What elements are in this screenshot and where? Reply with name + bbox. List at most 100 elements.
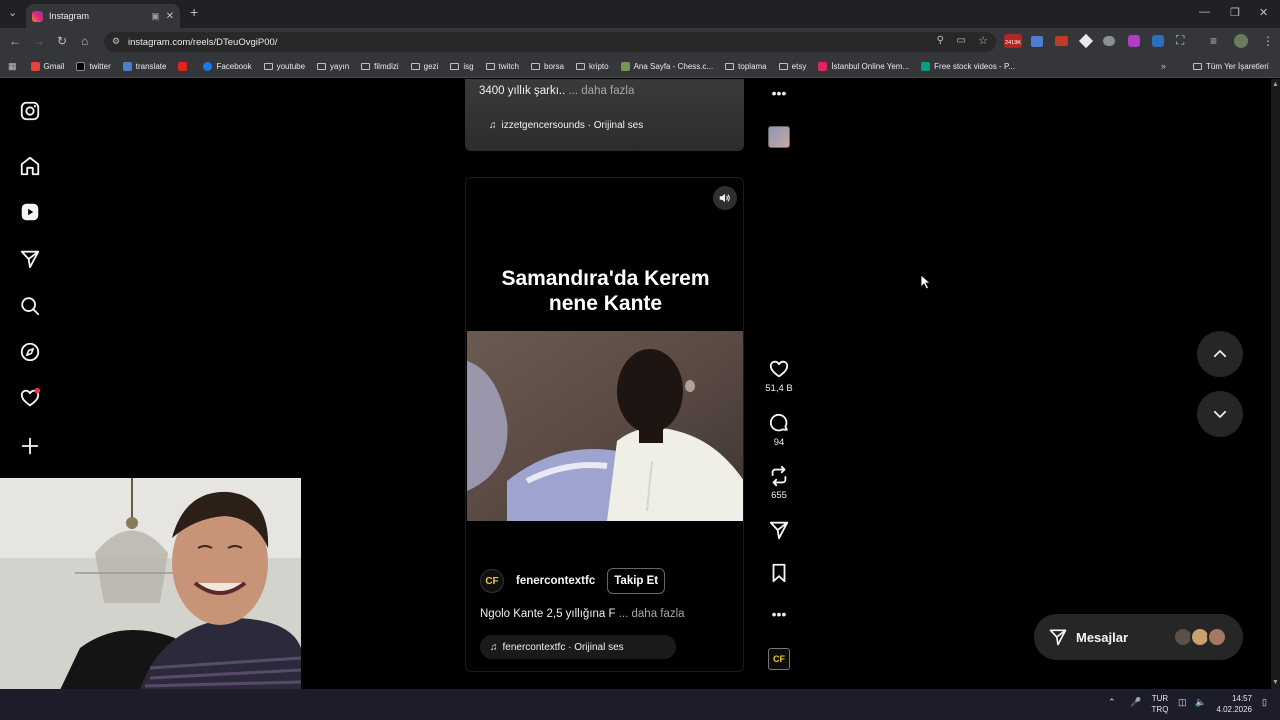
mute-toggle-button[interactable]: [713, 186, 737, 210]
address-bar[interactable]: ⚙ instagram.com/reels/DTeuOvgiP00/ ⚲ ▭ ☆: [104, 32, 996, 52]
reel-card[interactable]: Samandıra'da Kerem nene Kante CF fenerco…: [465, 177, 744, 672]
previous-reel-audio-thumb[interactable]: [768, 126, 790, 148]
bookmark-folder-toplama[interactable]: toplama: [725, 62, 767, 71]
notifications-heart-icon[interactable]: [19, 387, 41, 409]
scroll-up-arrow-icon[interactable]: ▲: [1272, 81, 1279, 88]
direct-messages-icon[interactable]: [19, 248, 41, 270]
bookmark-facebook[interactable]: Facebook: [203, 62, 252, 71]
more-link[interactable]: ... daha fazla: [565, 85, 634, 97]
bookmark-folder-kripto[interactable]: kripto: [576, 62, 609, 71]
previous-reel-button[interactable]: [1197, 331, 1243, 377]
pexels-icon: [921, 62, 931, 71]
window-close-icon[interactable]: ✕: [1259, 6, 1268, 19]
bookmark-folder-borsa[interactable]: borsa: [531, 62, 564, 71]
home-icon[interactable]: ⌂: [81, 34, 88, 48]
more-link[interactable]: ... daha fazla: [616, 608, 685, 620]
reload-icon[interactable]: ↻: [57, 34, 67, 48]
taskbar-clock[interactable]: 14:57 4.02.2026: [1212, 693, 1252, 715]
previous-reel-caption[interactable]: 3400 yıllık şarkı.. ... daha fazla: [479, 85, 634, 97]
restore-icon[interactable]: ❐: [1230, 6, 1240, 19]
create-plus-icon[interactable]: [19, 435, 41, 457]
tab-search-icon[interactable]: ⌄: [8, 6, 17, 19]
translate-extension-icon[interactable]: [1031, 36, 1043, 47]
folder-icon: [576, 63, 586, 70]
browser-tab[interactable]: Instagram ▣ ✕: [26, 4, 180, 28]
purple-extension-icon[interactable]: [1128, 35, 1140, 47]
forward-icon[interactable]: →: [33, 34, 45, 48]
minimize-icon[interactable]: —: [1199, 6, 1210, 18]
reel-audio[interactable]: ♫ fenercontextfc · Orijinal ses: [480, 635, 676, 659]
browser-menu-icon[interactable]: ⋮: [1262, 34, 1274, 48]
bookmark-yemeksepeti[interactable]: İstanbul Online Yem...: [818, 62, 909, 71]
bookmark-folder-isg[interactable]: isg: [450, 62, 474, 71]
share-action[interactable]: [764, 519, 794, 544]
instagram-logo-icon[interactable]: [19, 100, 41, 122]
bookmark-folder-yayin[interactable]: yayın: [317, 62, 349, 71]
follow-button[interactable]: Takip Et: [607, 568, 666, 594]
blue-extension-icon[interactable]: [1152, 35, 1164, 47]
explore-compass-icon[interactable]: [19, 341, 41, 363]
repost-action[interactable]: 655: [764, 465, 794, 501]
input-language[interactable]: TUR TRQ: [1150, 693, 1170, 715]
messages-button[interactable]: Mesajlar: [1034, 614, 1243, 660]
profile-avatar[interactable]: [1234, 34, 1248, 48]
bookmark-chess[interactable]: Ana Sayfa - Chess.c...: [620, 62, 713, 71]
notification-center-icon[interactable]: ▯: [1262, 697, 1267, 708]
bookmark-pexels[interactable]: Free stock videos - P...: [921, 62, 1015, 71]
previous-reel-more-icon[interactable]: •••: [764, 85, 794, 101]
tab-media-icon[interactable]: ▣: [151, 11, 160, 22]
search-icon[interactable]: [19, 295, 41, 317]
save-action[interactable]: [764, 562, 794, 587]
comment-action[interactable]: 94: [764, 412, 794, 448]
bookmark-gmail[interactable]: Gmail: [30, 62, 64, 71]
zoom-icon[interactable]: ⚲: [937, 35, 944, 46]
like-action[interactable]: 51,4 B: [764, 358, 794, 394]
tab-close-icon[interactable]: ✕: [166, 11, 174, 22]
abp-extension-icon[interactable]: [1055, 36, 1068, 46]
reel-video[interactable]: [467, 331, 743, 521]
webcam-overlay: [0, 478, 301, 690]
bookmark-youtube-shortcut[interactable]: [178, 62, 191, 71]
apps-grid-icon[interactable]: ▦: [8, 61, 17, 72]
bookmark-twitter[interactable]: twitter: [76, 62, 111, 71]
author-avatar[interactable]: CF: [480, 569, 504, 593]
vpn-extension-icon[interactable]: [1103, 36, 1115, 46]
repost-icon[interactable]: [768, 465, 790, 487]
back-icon[interactable]: ←: [9, 34, 21, 48]
volume-icon[interactable]: 🔈: [1195, 697, 1206, 708]
bookmark-star-icon[interactable]: ☆: [978, 34, 988, 47]
share-icon[interactable]: [768, 519, 790, 541]
bookmark-folder-twitch[interactable]: twitch: [485, 62, 519, 71]
home-icon[interactable]: [19, 155, 41, 177]
new-tab-icon[interactable]: +: [190, 4, 198, 20]
scroll-down-arrow-icon[interactable]: ▼: [1272, 679, 1279, 686]
site-info-icon[interactable]: ⚙: [112, 36, 120, 47]
network-icon[interactable]: ◫: [1178, 697, 1187, 708]
bookmark-folder-gezi[interactable]: gezi: [410, 62, 438, 71]
like-heart-icon[interactable]: [768, 358, 790, 380]
bookmark-folder-filmdizi[interactable]: filmdizi: [361, 62, 399, 71]
reels-icon[interactable]: [19, 201, 41, 223]
more-bookmarks-icon[interactable]: »: [1161, 61, 1166, 71]
install-app-icon[interactable]: ▭: [957, 35, 966, 46]
extension-badge-icon[interactable]: 2419K: [1004, 34, 1022, 48]
reading-list-icon[interactable]: ≡: [1210, 34, 1217, 48]
extensions-puzzle-icon[interactable]: ⛶: [1176, 33, 1184, 48]
tray-overflow-icon[interactable]: ⌃: [1108, 697, 1116, 708]
bookmark-translate[interactable]: translate: [122, 62, 166, 71]
bookmark-folder-etsy[interactable]: etsy: [778, 62, 806, 71]
previous-reel-card[interactable]: 3400 yıllık şarkı.. ... daha fazla ♫ izz…: [465, 79, 744, 151]
next-reel-button[interactable]: [1197, 391, 1243, 437]
microphone-icon[interactable]: 🎤: [1130, 697, 1141, 708]
bookmark-icon[interactable]: [768, 562, 790, 584]
bookmark-folder-youtube[interactable]: youtube: [263, 62, 305, 71]
reel-audio-thumb[interactable]: CF: [768, 648, 790, 670]
diamond-extension-icon[interactable]: [1078, 33, 1094, 49]
author-username[interactable]: fenercontextfc: [516, 575, 595, 587]
page-scrollbar[interactable]: ▲ ▼: [1271, 79, 1280, 689]
comment-icon[interactable]: [768, 412, 790, 434]
all-bookmarks-folder[interactable]: Tüm Yer İşaretleri: [1193, 62, 1269, 71]
previous-reel-audio[interactable]: ♫ izzetgencersounds · Orijinal ses: [479, 113, 653, 137]
reel-caption[interactable]: Ngolo Kante 2,5 yıllığına F ... daha faz…: [480, 608, 685, 620]
more-options-icon[interactable]: •••: [764, 606, 794, 622]
